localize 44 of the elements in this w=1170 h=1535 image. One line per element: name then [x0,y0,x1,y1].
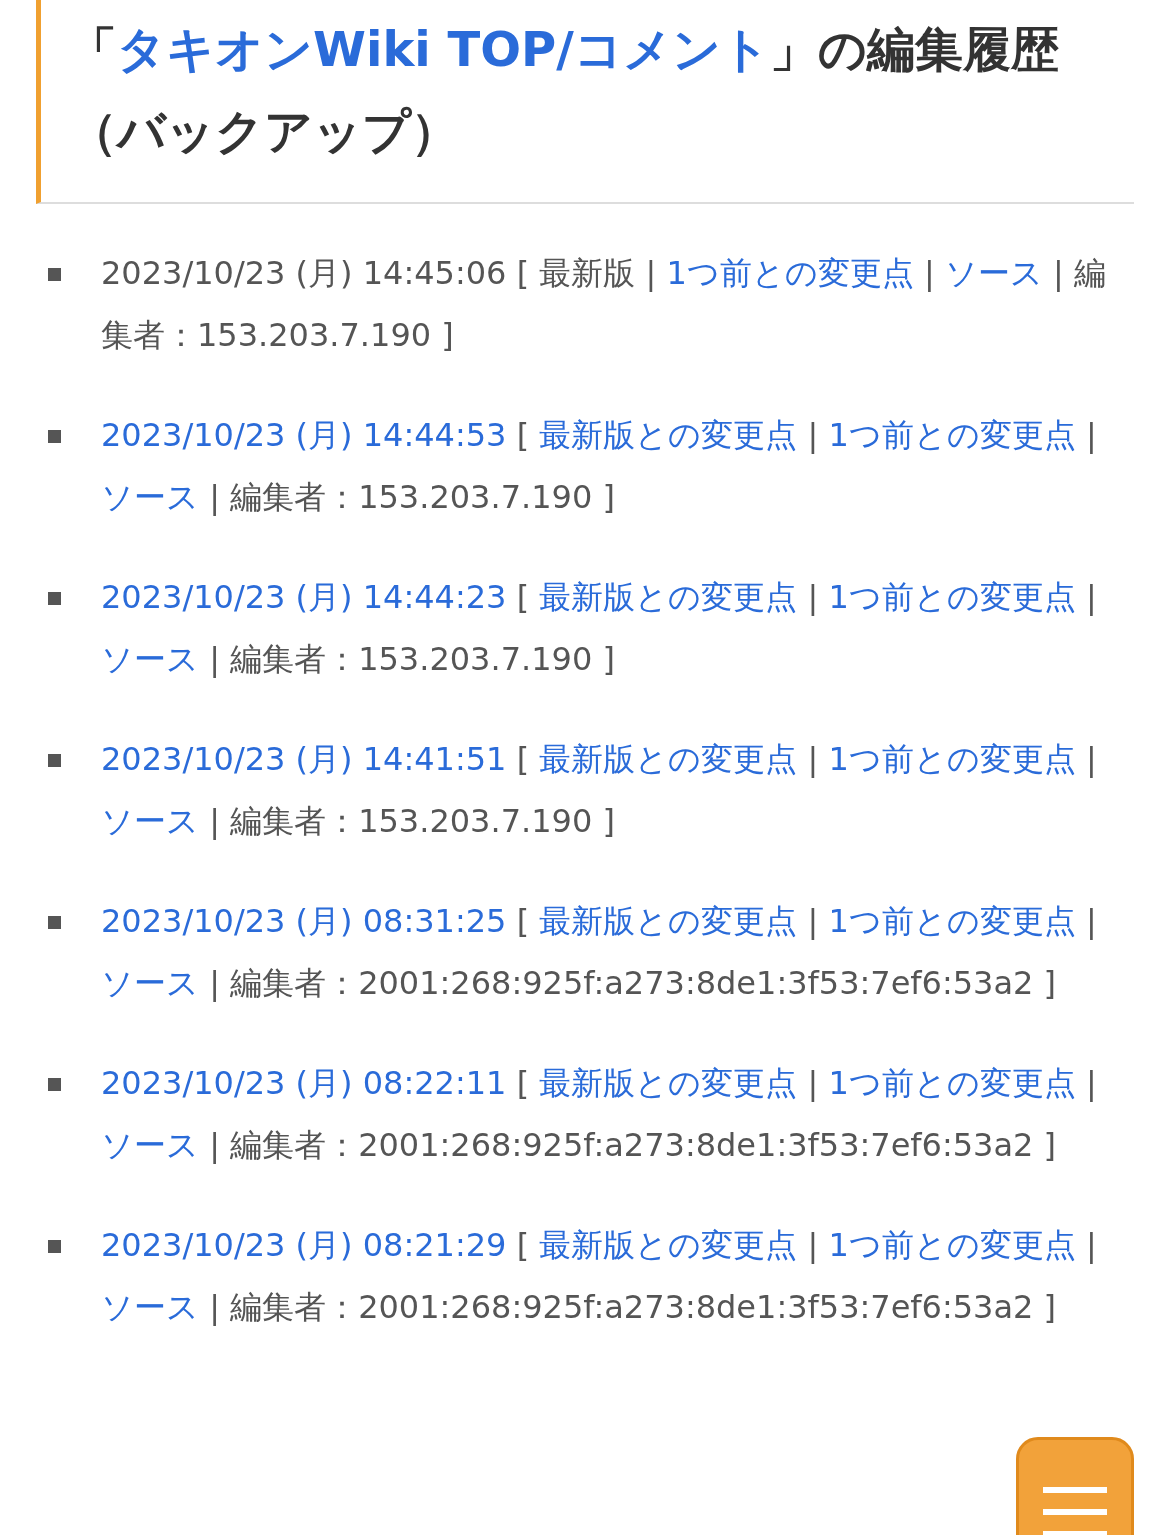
history-link[interactable]: 最新版との変更点 [539,1064,798,1102]
history-link[interactable]: 1つ前との変更点 [828,1226,1076,1264]
history-link[interactable]: 1つ前との変更点 [828,416,1076,454]
bullet-icon [48,1240,61,1253]
history-link[interactable]: 2023/10/23 (月) 14:44:53 [101,416,507,454]
page-title: 「タキオンWiki TOP/コメント」の編集履歴（バックアップ） [36,0,1134,204]
history-entry: 2023/10/23 (月) 14:45:06 [ 最新版 | 1つ前との変更点 | ソース | 編集者：153.203.7.190 ] [101,253,1108,356]
history-entry: 2023/10/23 (月) 08:22:11 [ 最新版との変更点 | 1つ前との変更点 | ソース | 編集者：2001:268:925f:a273:8de1:3f53:7ef6:53a2 ] [101,1063,1098,1166]
history-link[interactable]: 2023/10/23 (月) 14:44:23 [101,578,507,616]
history-link[interactable]: ソース [101,964,199,1002]
history-link[interactable]: 2023/10/23 (月) 08:31:25 [101,902,507,940]
bullet-icon [48,430,61,443]
bullet-icon [48,916,61,929]
history-link[interactable]: 最新版との変更点 [539,578,798,616]
history-link[interactable]: 1つ前との変更点 [828,1064,1076,1102]
bullet-icon [48,754,61,767]
history-link[interactable]: ソース [101,802,199,840]
history-link[interactable]: ソース [944,254,1043,292]
page-link[interactable]: タキオンWiki TOP/コメント [117,21,770,77]
history-link[interactable]: 最新版との変更点 [539,902,798,940]
bullet-icon [48,268,61,281]
history-link[interactable]: ソース [101,640,199,678]
history-entry: 2023/10/23 (月) 08:21:29 [ 最新版との変更点 | 1つ前との変更点 | ソース | 編集者：2001:268:925f:a273:8de1:3f53:7ef6:53a2 ] [101,1225,1098,1328]
history-link[interactable]: 1つ前との変更点 [666,254,914,292]
history-entry: 2023/10/23 (月) 08:31:25 [ 最新版との変更点 | 1つ前との変更点 | ソース | 編集者：2001:268:925f:a273:8de1:3f53:7ef6:53a2 ] [101,901,1098,1004]
history-link[interactable]: ソース [101,1126,199,1164]
history-link[interactable]: 2023/10/23 (月) 08:22:11 [101,1064,507,1102]
history-link[interactable]: 2023/10/23 (月) 14:41:51 [101,740,507,778]
menu-icon [1043,1485,1107,1535]
history-link[interactable]: 最新版との変更点 [539,740,798,778]
history-link[interactable]: 1つ前との変更点 [828,578,1076,616]
history-link[interactable]: 1つ前との変更点 [828,902,1076,940]
history-entry: 2023/10/23 (月) 14:44:53 [ 最新版との変更点 | 1つ前との変更点 | ソース | 編集者：153.203.7.190 ] [101,415,1098,518]
history-entry: 2023/10/23 (月) 14:44:23 [ 最新版との変更点 | 1つ前との変更点 | ソース | 編集者：153.203.7.190 ] [101,577,1098,680]
bullet-icon [48,592,61,605]
history-link[interactable]: 最新版との変更点 [539,1226,798,1264]
history-link[interactable]: 1つ前との変更点 [828,740,1076,778]
history-link[interactable]: ソース [101,478,199,516]
history-link[interactable]: 最新版との変更点 [539,416,798,454]
menu-button[interactable] [1016,1437,1134,1535]
history-link[interactable]: ソース [101,1288,199,1326]
bullet-icon [48,1078,61,1091]
history-link[interactable]: 2023/10/23 (月) 08:21:29 [101,1226,507,1264]
history-entry: 2023/10/23 (月) 14:41:51 [ 最新版との変更点 | 1つ前との変更点 | ソース | 編集者：153.203.7.190 ] [101,739,1098,842]
